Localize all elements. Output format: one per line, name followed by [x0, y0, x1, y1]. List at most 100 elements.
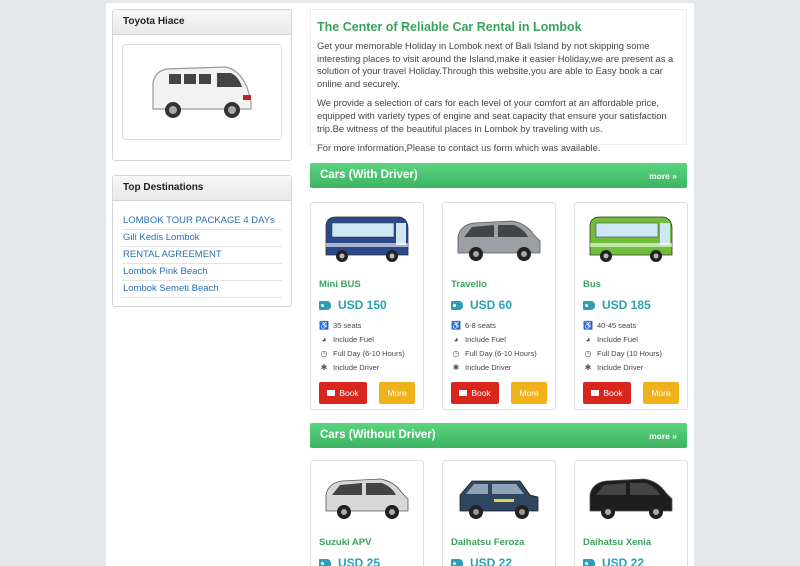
car-image[interactable]	[575, 466, 687, 528]
card-actions: Book More	[443, 374, 555, 412]
price-value: USD 150	[338, 298, 387, 312]
feature-text: Include Driver	[597, 362, 644, 372]
price-value: USD 25	[338, 556, 381, 566]
destination-link[interactable]: Gili Kedis Lombok	[122, 230, 282, 247]
feature-driver: ✱ Include Driver	[311, 360, 423, 374]
more-button[interactable]: More	[379, 382, 415, 404]
section-title: Cars (Without Driver)	[320, 429, 436, 441]
car-price: USD 60	[443, 290, 555, 312]
car-name[interactable]: Bus	[575, 270, 687, 290]
book-label: Book	[339, 388, 359, 398]
van-icon	[457, 220, 541, 261]
person-icon: ✱	[584, 362, 592, 372]
book-button[interactable]: Book	[451, 382, 499, 404]
car-name[interactable]: Daihatsu Feroza	[443, 528, 555, 548]
person-icon: ✱	[452, 362, 460, 372]
clock-icon: ◷	[320, 348, 328, 358]
feature-text: Full Day (6-10 Hours)	[333, 348, 405, 358]
destination-link[interactable]: LOMBOK TOUR PACKAGE 4 DAYs	[122, 213, 282, 230]
feature-duration: ◷ Full Day (6-10 Hours)	[443, 346, 555, 360]
seat-icon: ♿	[319, 320, 329, 330]
feature-text: Include Driver	[333, 362, 380, 372]
car-card: Mini BUS USD 150 ♿ 35 seats ◕ Include Fuel…	[310, 202, 424, 410]
car-price: USD 150	[311, 290, 423, 312]
price-value: USD 22	[470, 556, 513, 566]
feature-text: 35 seats	[333, 320, 362, 330]
book-button[interactable]: Book	[319, 382, 367, 404]
car-price: USD 25	[311, 548, 423, 566]
car-image[interactable]	[443, 208, 555, 270]
person-icon: ✱	[320, 362, 328, 372]
feature-driver: ✱ Include Driver	[443, 360, 555, 374]
gauge-icon: ◕	[453, 334, 459, 344]
destination-list: LOMBOK TOUR PACKAGE 4 DAYs Gili Kedis Lo…	[113, 201, 291, 306]
feature-text: 6-8 seats	[465, 320, 496, 330]
car-name[interactable]: Daihatsu Xenia	[575, 528, 687, 548]
page: Toyota Hiace Top Destinations LOMBOK TOU…	[106, 3, 694, 566]
feature-text: Include Driver	[465, 362, 512, 372]
car-card: Suzuki APV USD 25	[310, 460, 424, 566]
more-link[interactable]: more »	[649, 431, 677, 441]
price-tag-icon	[319, 558, 331, 566]
intro-paragraph: For more information,Please to contact u…	[317, 142, 601, 154]
feature-seats: ♿ 35 seats	[311, 318, 423, 332]
feature-text: Include Fuel	[597, 334, 638, 344]
more-button[interactable]: More	[643, 382, 679, 404]
car-image[interactable]	[575, 208, 687, 270]
price-tag-icon	[583, 558, 595, 566]
book-label: Book	[471, 388, 491, 398]
feature-text: Include Fuel	[333, 334, 374, 344]
car-price: USD 185	[575, 290, 687, 312]
car-name[interactable]: Suzuki APV	[311, 528, 423, 548]
feature-fuel: ◕ Include Fuel	[311, 332, 423, 346]
feature-text: 40-45 seats	[597, 320, 637, 330]
feature-duration: ◷ Full Day (6-10 Hours)	[311, 346, 423, 360]
card-actions: Book More	[575, 374, 687, 412]
intro-title: The Center of Reliable Car Rental in Lom…	[317, 20, 582, 34]
cart-icon	[591, 390, 600, 396]
car-card: Bus USD 185 ♿ 40-45 seats ◕ Include Fuel ◷…	[574, 202, 688, 410]
cart-icon	[327, 390, 336, 396]
price-value: USD 60	[470, 298, 513, 312]
featured-vehicle-title: Toyota Hiace	[113, 10, 291, 35]
gauge-icon: ◕	[321, 334, 327, 344]
suv-icon	[459, 480, 539, 519]
bus-icon	[589, 216, 673, 262]
book-label: Book	[603, 388, 623, 398]
destination-link[interactable]: Lombok Pink Beach	[122, 264, 282, 281]
destination-link[interactable]: RENTAL AGREEMENT	[122, 247, 282, 264]
featured-vehicle-image[interactable]	[122, 44, 282, 140]
price-tag-icon	[583, 300, 595, 310]
more-link[interactable]: more »	[649, 171, 677, 181]
minivan-icon	[325, 478, 409, 519]
car-name[interactable]: Travello	[443, 270, 555, 290]
car-price: USD 22	[575, 548, 687, 566]
more-button[interactable]: More	[511, 382, 547, 404]
car-card: Daihatsu Feroza USD 22	[442, 460, 556, 566]
feature-fuel: ◕ Include Fuel	[575, 332, 687, 346]
price-tag-icon	[451, 300, 463, 310]
feature-driver: ✱ Include Driver	[575, 360, 687, 374]
clock-icon: ◷	[452, 348, 460, 358]
bus-icon	[325, 216, 409, 262]
car-price: USD 22	[443, 548, 555, 566]
car-image[interactable]	[311, 466, 423, 528]
price-value: USD 185	[602, 298, 651, 312]
seat-icon: ♿	[451, 320, 461, 330]
feature-text: Full Day (10 Hours)	[597, 348, 663, 358]
car-image[interactable]	[311, 208, 423, 270]
destination-link[interactable]: Lombok Semeti Beach	[122, 281, 282, 298]
price-tag-icon	[319, 300, 331, 310]
car-name[interactable]: Mini BUS	[311, 270, 423, 290]
feature-seats: ♿ 6-8 seats	[443, 318, 555, 332]
top-destinations-title: Top Destinations	[113, 176, 291, 201]
gauge-icon: ◕	[585, 334, 591, 344]
price-value: USD 22	[602, 556, 645, 566]
feature-duration: ◷ Full Day (10 Hours)	[575, 346, 687, 360]
book-button[interactable]: Book	[583, 382, 631, 404]
car-image[interactable]	[443, 466, 555, 528]
top-destinations-panel: Top Destinations LOMBOK TOUR PACKAGE 4 D…	[112, 175, 292, 307]
featured-vehicle-panel: Toyota Hiace	[112, 9, 292, 161]
car-card: Daihatsu Xenia USD 22	[574, 460, 688, 566]
price-tag-icon	[451, 558, 463, 566]
